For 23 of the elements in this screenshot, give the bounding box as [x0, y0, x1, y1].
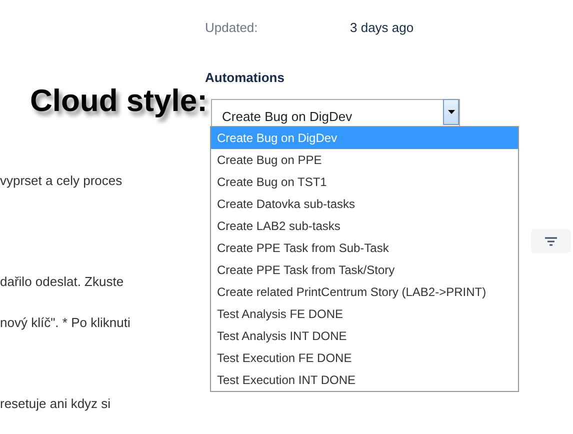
description-text: dařilo odeslat. Zkuste [0, 274, 125, 290]
option[interactable]: Test Analysis INT DONE [211, 325, 518, 347]
caret-icon[interactable] [443, 99, 459, 125]
automation-select[interactable]: Create Bug on DigDev [211, 99, 460, 127]
updated-label: Updated: [205, 19, 259, 37]
option[interactable]: Test Execution FE DONE [211, 347, 518, 369]
option[interactable]: Create Bug on TST1 [211, 171, 518, 193]
description-text: vyprset a cely proces [0, 173, 124, 189]
option[interactable]: Test Analysis FE DONE [211, 303, 518, 325]
filter-icon [545, 236, 557, 246]
option[interactable]: Test Execution INT DONE [211, 369, 518, 391]
option[interactable]: Create PPE Task from Sub-Task [211, 237, 518, 259]
option[interactable]: Create Datovka sub-tasks [211, 193, 518, 215]
section-title: Automations [205, 68, 286, 86]
updated-value: 3 days ago [350, 19, 414, 37]
description-text: nový klíč". * Po kliknuti [0, 315, 132, 331]
caption-text: Cloud style: [30, 82, 208, 120]
option[interactable]: Create PPE Task from Task/Story [211, 259, 518, 281]
option[interactable]: Create Bug on PPE [211, 149, 518, 171]
option[interactable]: Create related PrintCentrum Story (LAB2->PRINT) [211, 281, 518, 303]
description-text: resetuje ani kdyz si [0, 396, 112, 412]
option[interactable]: Create LAB2 sub-tasks [211, 215, 518, 237]
filter-button[interactable] [531, 229, 571, 253]
